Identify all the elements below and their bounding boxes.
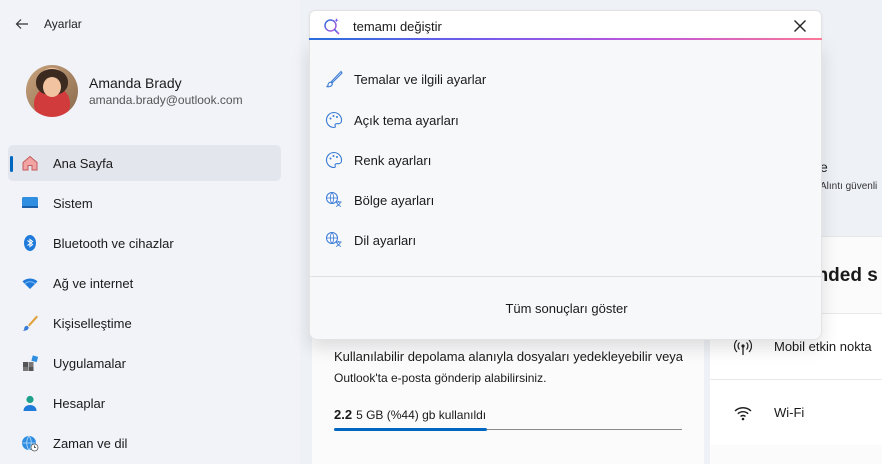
search-result-label: Dil ayarları	[354, 232, 417, 248]
bluetooth-icon	[20, 233, 40, 253]
sidebar-item-personalization[interactable]: Kişiselleştime	[8, 305, 281, 341]
palette-icon	[324, 110, 344, 130]
brush-icon	[324, 69, 344, 89]
clear-search-button[interactable]	[791, 17, 809, 35]
window-title: Ayarlar	[44, 17, 82, 31]
search-result-color[interactable]: Renk ayarları	[310, 142, 823, 178]
storage-progress-fill	[334, 428, 487, 431]
sidebar-item-label: Ağ ve internet	[53, 275, 134, 291]
title-bar: Ayarlar	[14, 16, 82, 32]
sidebar-item-label: Hesaplar	[53, 395, 106, 411]
person-icon	[20, 393, 40, 413]
cloud-storage-card: Kullanılabilir depolama alanıyla dosyala…	[312, 330, 704, 464]
wifi-item[interactable]: Wi-Fi	[710, 379, 882, 445]
wifi-label: Wi-Fi	[774, 405, 805, 420]
arrow-left-icon	[15, 19, 28, 29]
user-profile[interactable]: Amanda Brady amanda.brady@outlook.com	[26, 65, 243, 117]
globe-clock-icon	[20, 433, 40, 453]
top-card-subtitle: Alıntı güvenli	[820, 181, 878, 192]
sidebar: Ayarlar Amanda Brady amanda.brady@outloo…	[0, 0, 300, 464]
storage-usage: 2.2 5 GB (%44) gb kullanıldı	[334, 407, 486, 422]
search-result-light-theme[interactable]: Açık tema ayarları	[310, 102, 823, 138]
brush-icon	[20, 313, 40, 333]
language-icon	[324, 190, 344, 210]
profile-email: amanda.brady@outlook.com	[89, 93, 243, 107]
search-icon	[323, 17, 341, 35]
nav-list: Ana Sayfa Sistem Bluetooth ve cihazlar A…	[8, 145, 281, 464]
search-results-dropdown: Temalar ve ilgili ayarlar Açık tema ayar…	[309, 40, 823, 340]
apps-icon	[20, 353, 40, 373]
sidebar-item-label: Uygulamalar	[53, 355, 126, 371]
top-right-card: e Alıntı güvenli	[820, 145, 882, 225]
search-result-label: Temalar ve ilgili ayarlar	[354, 71, 487, 87]
storage-description: Kullanılabilir depolama alanıyla dosyala…	[334, 349, 684, 364]
wifi-icon	[20, 273, 40, 293]
search-result-language[interactable]: Dil ayarları	[310, 222, 823, 258]
sidebar-item-label: Bluetooth ve cihazlar	[53, 235, 174, 251]
sidebar-item-network[interactable]: Ağ ve internet	[8, 265, 281, 301]
search-result-label: Renk ayarları	[354, 152, 432, 168]
storage-used-value: 2.2	[334, 407, 353, 422]
sidebar-item-label: Kişiselleştime	[53, 315, 132, 331]
search-input[interactable]	[353, 17, 773, 35]
system-icon	[20, 193, 40, 213]
search-result-label: Bölge ayarları	[354, 192, 435, 208]
storage-description-2: Outlook'ta e-posta gönderip alabilirsini…	[334, 371, 547, 385]
close-icon	[794, 20, 806, 32]
storage-usage-text: 5 GB (%44) gb kullanıldı	[356, 408, 487, 422]
avatar	[26, 65, 78, 117]
sidebar-item-label: Sistem	[53, 195, 93, 211]
sidebar-item-apps[interactable]: Uygulamalar	[8, 345, 281, 381]
language-icon	[324, 230, 344, 250]
sidebar-item-label: Zaman ve dil	[53, 435, 128, 451]
sidebar-item-system[interactable]: Sistem	[8, 185, 281, 221]
wifi-icon	[732, 402, 754, 424]
profile-name: Amanda Brady	[89, 75, 182, 91]
search-result-label: Açık tema ayarları	[354, 112, 459, 128]
sidebar-item-home[interactable]: Ana Sayfa	[8, 145, 281, 181]
divider	[310, 276, 823, 277]
sidebar-item-label: Ana Sayfa	[53, 155, 113, 171]
back-button[interactable]	[14, 16, 30, 32]
search-box	[309, 10, 822, 40]
palette-icon	[324, 150, 344, 170]
sidebar-item-accounts[interactable]: Hesaplar	[8, 385, 281, 421]
search-result-region[interactable]: Bölge ayarları	[310, 182, 823, 218]
search-result-themes[interactable]: Temalar ve ilgili ayarlar	[310, 61, 823, 97]
show-all-results-link[interactable]: Tüm sonuçları göster	[310, 292, 823, 324]
mobile-hotspot-label: Mobil etkin nokta	[774, 339, 872, 354]
sidebar-item-time-language[interactable]: Zaman ve dil	[8, 425, 281, 461]
sidebar-item-bluetooth[interactable]: Bluetooth ve cihazlar	[8, 225, 281, 261]
home-icon	[20, 153, 40, 173]
